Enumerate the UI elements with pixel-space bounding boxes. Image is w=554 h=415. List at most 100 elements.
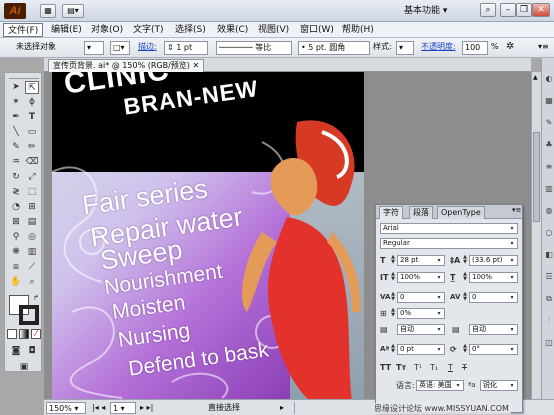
pen-tool-icon[interactable]: ✒ bbox=[9, 111, 23, 124]
leading-field[interactable]: (33.6 pt) ▾ bbox=[469, 255, 518, 266]
color-panel-icon[interactable]: ◐ bbox=[544, 74, 554, 84]
first-artboard-icon[interactable]: |◂ ◂ bbox=[92, 402, 105, 414]
recolor-icon[interactable]: ✲ bbox=[506, 41, 514, 55]
strikethrough-icon[interactable]: T bbox=[462, 362, 467, 373]
brush-definition[interactable]: • 5 pt. 圆角 bbox=[298, 41, 370, 55]
bridge-icon[interactable]: ▦ bbox=[40, 4, 56, 18]
minimize-icon[interactable]: – bbox=[500, 3, 516, 17]
layers-panel-icon[interactable]: ☰ bbox=[544, 272, 554, 282]
gradient-tool-icon[interactable]: ▤ bbox=[25, 216, 39, 229]
tracking-field[interactable]: 0 ▾ bbox=[469, 292, 518, 303]
scroll-up-icon[interactable]: ▲ bbox=[533, 74, 540, 81]
subscript-icon[interactable]: T₁ bbox=[430, 362, 438, 373]
artboards-panel-icon[interactable]: ⧉ bbox=[544, 294, 554, 304]
language-select[interactable]: 英语: 美国 ▾ bbox=[416, 380, 464, 391]
close-icon[interactable]: ✕ bbox=[532, 3, 550, 17]
tab-paragraph[interactable]: 段落 bbox=[409, 206, 433, 219]
artwork[interactable]: CLINIC BRAN-NEW Fair series Repair water… bbox=[52, 72, 364, 399]
font-style-select[interactable]: Regular ▾ bbox=[380, 238, 518, 249]
stroke-link[interactable]: 描边: bbox=[138, 41, 157, 55]
menu-type[interactable]: 文字(T) bbox=[129, 23, 168, 37]
line-tool-icon[interactable]: ╲ bbox=[9, 126, 23, 139]
rotate-tool-icon[interactable]: ↻ bbox=[9, 171, 23, 184]
graphic-style-swatch[interactable]: ▾ bbox=[396, 41, 414, 55]
opacity-link[interactable]: 不透明度: bbox=[421, 41, 456, 55]
stroke-weight-field[interactable]: ⇕ 1 pt bbox=[164, 41, 208, 55]
stroke-color-icon[interactable] bbox=[19, 305, 39, 325]
superscript-icon[interactable]: T¹ bbox=[414, 362, 422, 373]
scale-tool-icon[interactable]: ⤢ bbox=[25, 171, 39, 184]
none-mode-icon[interactable]: ⁄ bbox=[31, 329, 41, 339]
color-mode-icon[interactable] bbox=[7, 329, 17, 339]
underline-icon[interactable]: T bbox=[448, 362, 453, 373]
graphic-styles-panel-icon[interactable]: ◧ bbox=[544, 250, 554, 260]
tab-character[interactable]: 字符 bbox=[379, 206, 403, 219]
kerning-stepper-icon[interactable]: ▲ ▼ bbox=[390, 292, 396, 303]
width-tool-icon[interactable]: ≷ bbox=[9, 186, 23, 199]
gradient-mode-icon[interactable] bbox=[19, 329, 29, 339]
panel-options-icon[interactable]: ▾≡ bbox=[512, 206, 521, 214]
menu-file[interactable]: 文件(F) bbox=[3, 23, 44, 37]
appearance-panel-icon[interactable]: ○ bbox=[544, 228, 554, 238]
tracking-stepper-icon[interactable]: ▲ ▼ bbox=[462, 292, 468, 303]
next-artboard-icon[interactable]: ▸ ▸| bbox=[140, 402, 153, 414]
paintbrush-tool-icon[interactable]: ✎ bbox=[9, 141, 23, 154]
stroke-panel-icon[interactable]: ≡ bbox=[544, 162, 554, 172]
search-icon[interactable]: ⌕ bbox=[480, 3, 496, 17]
vertical-scrollbar[interactable]: ▲ bbox=[531, 72, 541, 399]
menu-view[interactable]: 视图(V) bbox=[254, 23, 293, 37]
slice-tool-icon[interactable]: ⟋ bbox=[25, 261, 39, 274]
horizontal-scale-stepper-icon[interactable]: ▲ ▼ bbox=[462, 272, 468, 283]
transparency-panel-icon[interactable]: ◍ bbox=[544, 206, 554, 216]
blend-tool-icon[interactable]: ◎ bbox=[25, 231, 39, 244]
magic-wand-tool-icon[interactable]: ✴ bbox=[9, 96, 23, 109]
font-family-select[interactable]: Arial ▾ bbox=[380, 223, 518, 234]
free-transform-tool-icon[interactable]: ⬚ bbox=[25, 186, 39, 199]
type-tool-icon[interactable]: T bbox=[25, 111, 39, 124]
horizontal-scale-field[interactable]: 100% ▾ bbox=[469, 272, 518, 283]
swap-colors-icon[interactable]: ↱ bbox=[31, 293, 41, 303]
hand-tool-icon[interactable]: ✋ bbox=[9, 276, 23, 289]
draw-normal-icon[interactable]: ◙ bbox=[9, 345, 23, 358]
workspace-switcher[interactable]: 基本功能 ▾ bbox=[404, 3, 472, 19]
horizontal-scrollbar[interactable] bbox=[294, 402, 374, 414]
panel-menu-icon[interactable]: ▾≡ bbox=[538, 41, 549, 55]
direct-selection-tool-icon[interactable]: ⇱ bbox=[25, 81, 39, 94]
close-tab-icon[interactable]: ✕ bbox=[192, 61, 199, 70]
selection-tool-icon[interactable]: ➤ bbox=[9, 81, 23, 94]
menu-help[interactable]: 帮助(H) bbox=[338, 23, 378, 37]
eyedropper-tool-icon[interactable]: ⚲ bbox=[9, 231, 23, 244]
menu-object[interactable]: 对象(O) bbox=[87, 23, 127, 37]
arrange-docs-icon[interactable]: ▤▾ bbox=[62, 4, 84, 18]
pencil-tool-icon[interactable]: ✏ bbox=[25, 141, 39, 154]
variable-width-profile[interactable]: ─────── 等比 bbox=[216, 41, 292, 55]
swatches-panel-icon[interactable]: ▦ bbox=[544, 96, 554, 106]
status-menu-icon[interactable]: ▸ bbox=[280, 402, 284, 414]
symbols-panel-icon[interactable]: ♣ bbox=[544, 140, 554, 150]
stroke-swatch[interactable]: □▾ bbox=[110, 41, 130, 55]
aki-left-select[interactable]: 自动 ▾ bbox=[397, 324, 445, 335]
menu-edit[interactable]: 编辑(E) bbox=[47, 23, 86, 37]
symbol-sprayer-tool-icon[interactable]: ❋ bbox=[9, 246, 23, 259]
restore-icon[interactable]: ❐ bbox=[516, 3, 532, 17]
kerning-field[interactable]: 0 ▾ bbox=[397, 292, 445, 303]
zoom-field[interactable]: 150% ▾ bbox=[46, 402, 86, 414]
rotation-stepper-icon[interactable]: ▲ ▼ bbox=[462, 344, 468, 355]
artboard-tool-icon[interactable]: ⧈ bbox=[9, 261, 23, 274]
baseline-shift-field[interactable]: 0 pt ▾ bbox=[397, 344, 445, 355]
gradient-panel-icon[interactable]: ▥ bbox=[544, 184, 554, 194]
all-caps-icon[interactable]: TT bbox=[380, 362, 391, 373]
artboard-number-field[interactable]: 1 ▾ bbox=[110, 402, 136, 414]
menu-window[interactable]: 窗口(W) bbox=[296, 23, 338, 37]
vertical-scale-field[interactable]: 100% ▾ bbox=[397, 272, 445, 283]
lasso-tool-icon[interactable]: ϕ bbox=[25, 96, 39, 109]
menu-effect[interactable]: 效果(C) bbox=[213, 23, 252, 37]
character-rotation-field[interactable]: 0° ▾ bbox=[469, 344, 518, 355]
fill-swatch[interactable]: ▾ bbox=[84, 41, 104, 55]
scroll-thumb[interactable] bbox=[533, 132, 540, 222]
aki-right-select[interactable]: 自动 ▾ bbox=[469, 324, 518, 335]
tsume-stepper-icon[interactable]: ▲ ▼ bbox=[390, 308, 396, 319]
font-size-field[interactable]: 28 pt ▾ bbox=[397, 255, 445, 266]
tab-opentype[interactable]: OpenType bbox=[437, 206, 485, 219]
antialias-select[interactable]: 锐化 ▾ bbox=[480, 380, 518, 391]
